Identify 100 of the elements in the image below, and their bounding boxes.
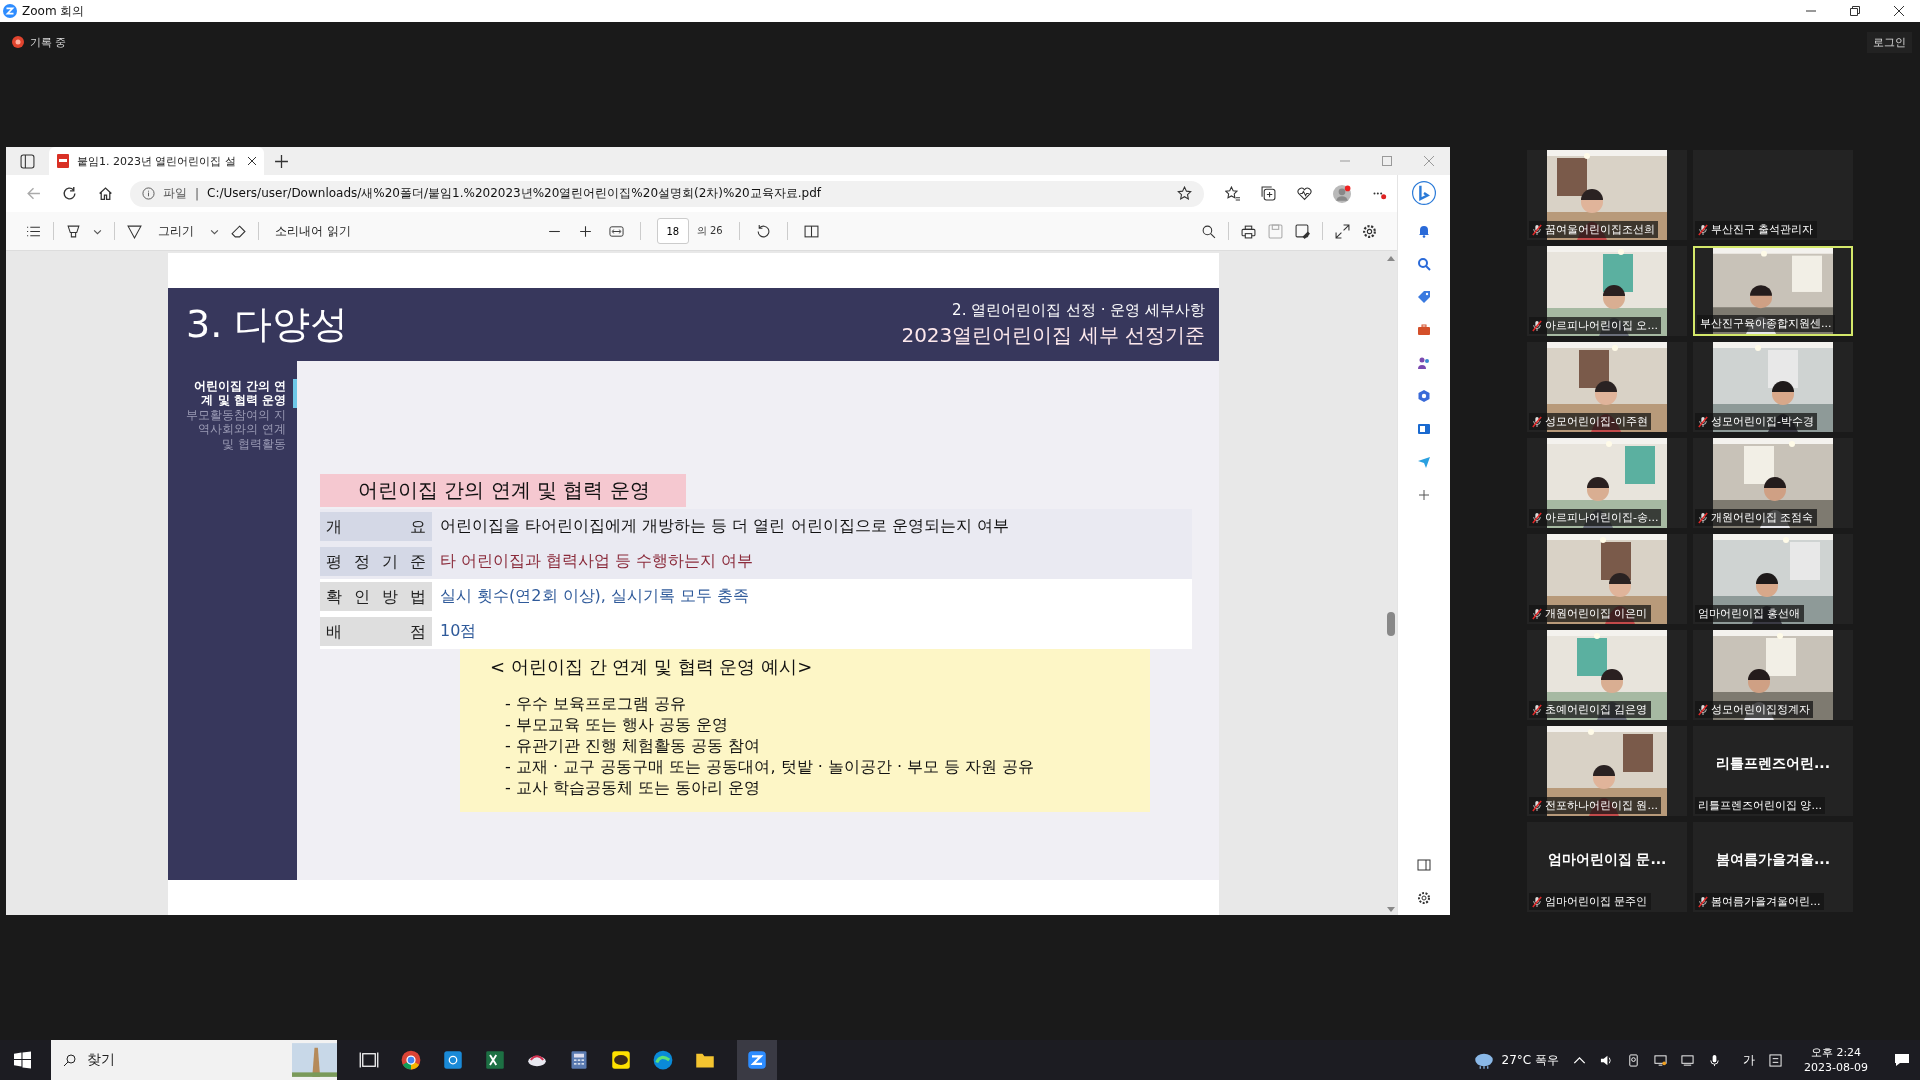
calculator-icon[interactable] <box>569 1050 589 1070</box>
participant-tile[interactable]: 개원어린이집 조점숙 <box>1693 438 1853 528</box>
participant-name: 성모어린이집-박수경 <box>1711 414 1814 429</box>
send-icon[interactable] <box>1417 455 1431 469</box>
participant-tile[interactable]: 개원어린이집 이은미 <box>1527 534 1687 624</box>
row-label: 개 요 <box>320 512 432 541</box>
profile-avatar-icon[interactable] <box>1333 184 1351 203</box>
windows-start-icon[interactable] <box>14 1050 31 1070</box>
weather-label[interactable]: 27°C 폭우 <box>1501 1051 1560 1069</box>
chat-bubble-icon[interactable] <box>611 1050 631 1070</box>
print-icon[interactable] <box>1241 223 1256 239</box>
clock[interactable]: 오후 2:24 2023-08-09 <box>1804 1045 1868 1075</box>
rotate-icon[interactable] <box>755 223 771 239</box>
participant-tile[interactable]: 꿈여울어린이집조선희 <box>1527 150 1687 240</box>
favorites-icon[interactable] <box>1225 186 1240 201</box>
muted-mic-icon <box>1698 895 1708 908</box>
participant-tile[interactable]: 부산진구 출석관리자 <box>1693 150 1853 240</box>
tower-drawing <box>292 1040 337 1080</box>
participant-banner-name: 리틀프렌즈어린... <box>1716 755 1830 773</box>
refresh-icon[interactable] <box>62 186 77 201</box>
participant-tile[interactable]: 엄마어린이집 문... 엄마어린이집 문주인 <box>1527 822 1687 912</box>
participant-tile[interactable]: 아르피나어린이집 오... <box>1527 246 1687 336</box>
settings-icon[interactable] <box>1362 223 1377 239</box>
participant-name: 아르피나어린이집-송... <box>1545 510 1659 525</box>
search-icon[interactable] <box>1417 257 1431 271</box>
pen-icon[interactable] <box>127 223 142 239</box>
participant-tile[interactable]: 부산진구육아종합지원센... <box>1693 246 1853 336</box>
add-favorite-icon[interactable] <box>1177 186 1192 201</box>
close-icon[interactable] <box>1894 6 1904 16</box>
recording-icon <box>12 36 24 48</box>
muted-mic-icon <box>1532 511 1542 524</box>
hexagon-icon[interactable] <box>1417 389 1431 403</box>
tab-actions-icon[interactable] <box>20 153 35 169</box>
muted-mic-icon <box>1698 415 1708 428</box>
search-icon[interactable] <box>1201 223 1216 239</box>
participant-name: 부산진구육아종합지원센... <box>1700 316 1832 331</box>
keyboard-icon[interactable] <box>1769 1053 1783 1067</box>
briefcase-icon[interactable] <box>1417 323 1431 337</box>
participant-tile[interactable]: 전포하나어린이집 원... <box>1527 726 1687 816</box>
row-value: 실시 횟수(연2회 이상), 실시기록 모두 충족 <box>439 586 750 607</box>
fit-width-icon[interactable] <box>608 223 624 239</box>
close-icon[interactable] <box>248 157 256 165</box>
participant-tile[interactable]: 성모어린이집-이주현 <box>1527 342 1687 432</box>
participant-tile[interactable]: 성모어린이집-박수경 <box>1693 342 1853 432</box>
participant-banner-name: 엄마어린이집 문... <box>1547 851 1667 869</box>
people-icon[interactable] <box>1417 356 1431 370</box>
input-method-label[interactable]: 가 <box>1743 1051 1756 1069</box>
row-value: 10점 <box>439 621 477 642</box>
new-tab-icon[interactable] <box>274 153 289 169</box>
muted-mic-icon <box>1532 319 1542 332</box>
copilot-icon[interactable] <box>1412 181 1436 205</box>
colored-circle-icon[interactable] <box>401 1050 421 1070</box>
participant-tile[interactable]: 초예어린이집 김은영 <box>1527 630 1687 720</box>
login-button[interactable]: 로그인 <box>1867 31 1912 53</box>
search-field[interactable]: 찾기 <box>51 1040 337 1080</box>
settings-icon[interactable] <box>1417 891 1431 905</box>
wave-logo-icon[interactable] <box>653 1050 673 1070</box>
restore-icon[interactable] <box>1850 6 1860 16</box>
participant-name: 엄마어린이집 홍선애 <box>1698 606 1801 621</box>
recording-label: 기록 중 <box>30 34 67 50</box>
heartbeat-icon[interactable] <box>1297 186 1312 201</box>
tablet-icon[interactable] <box>443 1050 463 1070</box>
page-number-field[interactable]: 18 <box>656 218 689 244</box>
browser-tab[interactable]: 붙임1. 2023년 열린어린이집 설 <box>49 147 264 175</box>
save-as-icon[interactable] <box>1295 223 1310 239</box>
address-field[interactable]: 파일 | C:/Users/user/Downloads/새%20폴더/붙임1.%202023년%20열린어린이집%20설명회(2차)%20교육자료.pdf <box>130 180 1204 207</box>
tag-icon[interactable] <box>1417 290 1431 304</box>
example-item: - 우수 보육프로그램 공유 <box>505 693 688 714</box>
highlighter-icon[interactable] <box>66 223 81 239</box>
video-app-icon[interactable] <box>737 1040 777 1080</box>
collections-icon[interactable] <box>1261 186 1276 201</box>
example-item: - 유관기관 진행 체험활동 공동 참여 <box>505 735 762 756</box>
camera-icon[interactable] <box>1627 1053 1641 1067</box>
section-title: 어린이집 간의 연계 및 협력 운영 <box>320 474 686 507</box>
task-view-icon[interactable] <box>359 1050 379 1070</box>
draw-button[interactable]: 그리기 <box>154 222 198 240</box>
mail-icon[interactable] <box>1417 422 1431 436</box>
scroll-down-icon[interactable] <box>1387 907 1395 913</box>
participant-tile[interactable]: 봄여름가을겨울... 봄여름가을겨울어린... <box>1693 822 1853 912</box>
participant-tile[interactable]: 아르피나어린이집-송... <box>1527 438 1687 528</box>
home-icon[interactable] <box>98 186 113 201</box>
page-total-label: 의 26 <box>696 224 723 238</box>
read-aloud-button[interactable]: 소리내어 읽기 <box>271 222 355 240</box>
participant-name: 개원어린이집 조점숙 <box>1711 510 1814 525</box>
spreadsheet-icon[interactable] <box>485 1050 505 1070</box>
network-icon[interactable] <box>1681 1053 1695 1067</box>
notification-icon[interactable] <box>1894 1052 1910 1068</box>
eraser-icon[interactable] <box>231 223 246 239</box>
bell-icon[interactable] <box>1417 224 1431 238</box>
microphone-icon[interactable] <box>1708 1053 1722 1067</box>
sidebar-toggle-icon[interactable] <box>1417 858 1431 872</box>
fullscreen-icon[interactable] <box>1335 223 1350 239</box>
zoom-in-icon[interactable] <box>577 223 593 239</box>
scroll-thumb[interactable] <box>1387 612 1395 636</box>
page-view-icon[interactable] <box>803 223 819 239</box>
scroll-up-icon[interactable] <box>1387 255 1395 261</box>
participant-tile[interactable]: 성모어린이집정계자 <box>1693 630 1853 720</box>
participant-tile[interactable]: 리틀프렌즈어린... 리틀프렌즈어린이집 양... <box>1693 726 1853 816</box>
participant-tile[interactable]: 엄마어린이집 홍선애 <box>1693 534 1853 624</box>
monitor-icon[interactable] <box>1654 1053 1668 1067</box>
